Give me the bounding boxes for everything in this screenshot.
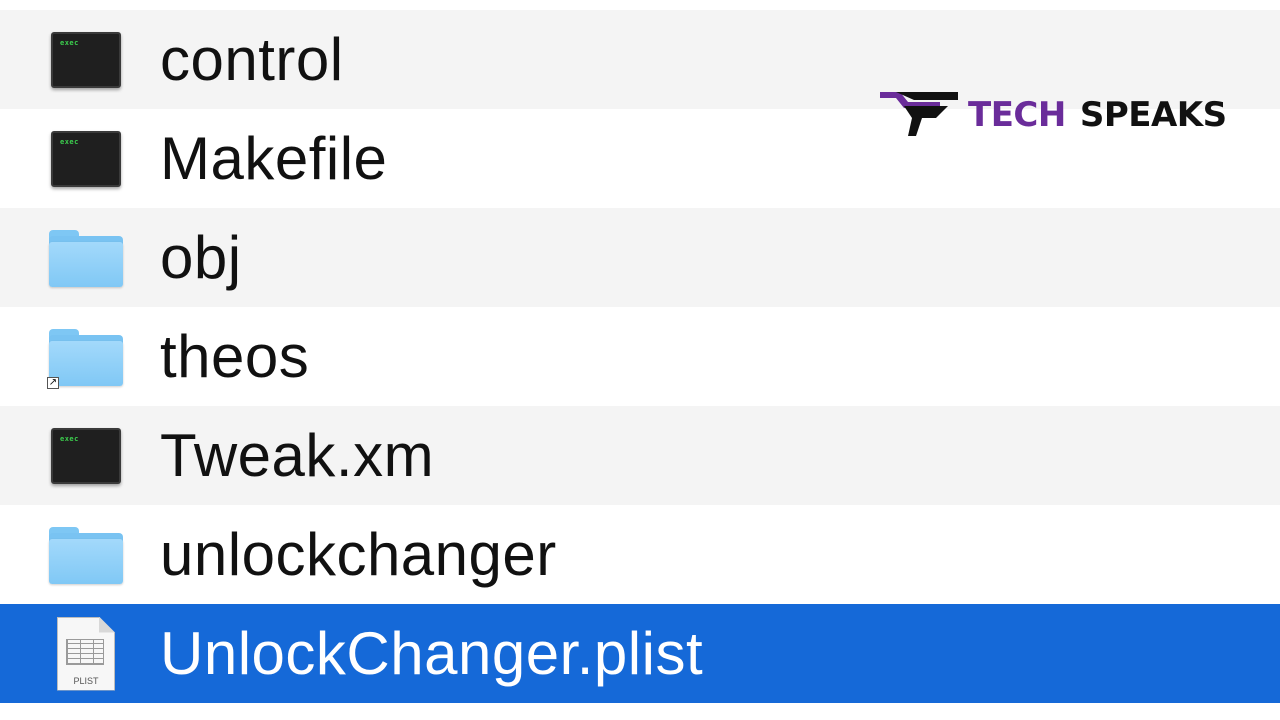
file-icon-slot: exec bbox=[46, 124, 126, 194]
file-name: Makefile bbox=[160, 124, 388, 192]
file-name: theos bbox=[160, 322, 310, 390]
file-row-unlockchanger-plist[interactable]: PLIST UnlockChanger.plist bbox=[0, 604, 1280, 703]
plist-label: PLIST bbox=[73, 675, 99, 686]
file-name: control bbox=[160, 25, 344, 93]
file-name: obj bbox=[160, 223, 242, 291]
terminal-exec-icon: exec bbox=[51, 427, 121, 484]
file-name: Tweak.xm bbox=[160, 421, 435, 489]
logo-mark-icon bbox=[880, 92, 958, 136]
exec-label: exec bbox=[60, 38, 79, 47]
file-icon-slot bbox=[46, 223, 126, 293]
folder-icon bbox=[47, 525, 125, 585]
file-row-theos[interactable]: ↗ theos bbox=[0, 307, 1280, 406]
folder-alias-icon: ↗ bbox=[47, 327, 125, 389]
file-row-unlockchanger[interactable]: unlockchanger bbox=[0, 505, 1280, 604]
file-icon-slot bbox=[46, 520, 126, 590]
logo-word-speaks: SPEAKS bbox=[1079, 95, 1227, 135]
file-name: UnlockChanger.plist bbox=[160, 619, 704, 687]
file-row-tweak-xm[interactable]: exec Tweak.xm bbox=[0, 406, 1280, 505]
terminal-exec-icon: exec bbox=[51, 130, 121, 187]
finder-window: exec control exec Makefile obj ↗ theos e… bbox=[0, 0, 1280, 720]
file-row-obj[interactable]: obj bbox=[0, 208, 1280, 307]
file-icon-slot: exec bbox=[46, 421, 126, 491]
plist-document-icon: PLIST bbox=[57, 616, 115, 691]
tech-speaks-logo: TECH SPEAKS bbox=[878, 88, 1227, 142]
folder-icon bbox=[47, 228, 125, 288]
exec-label: exec bbox=[60, 137, 79, 146]
exec-label: exec bbox=[60, 434, 79, 443]
logo-word-tech: TECH bbox=[968, 95, 1066, 135]
file-icon-slot: ↗ bbox=[46, 322, 126, 392]
file-name: unlockchanger bbox=[160, 520, 557, 588]
file-icon-slot: exec bbox=[46, 25, 126, 95]
file-icon-slot: PLIST bbox=[46, 616, 126, 691]
terminal-exec-icon: exec bbox=[51, 31, 121, 88]
alias-arrow-icon: ↗ bbox=[47, 376, 59, 389]
